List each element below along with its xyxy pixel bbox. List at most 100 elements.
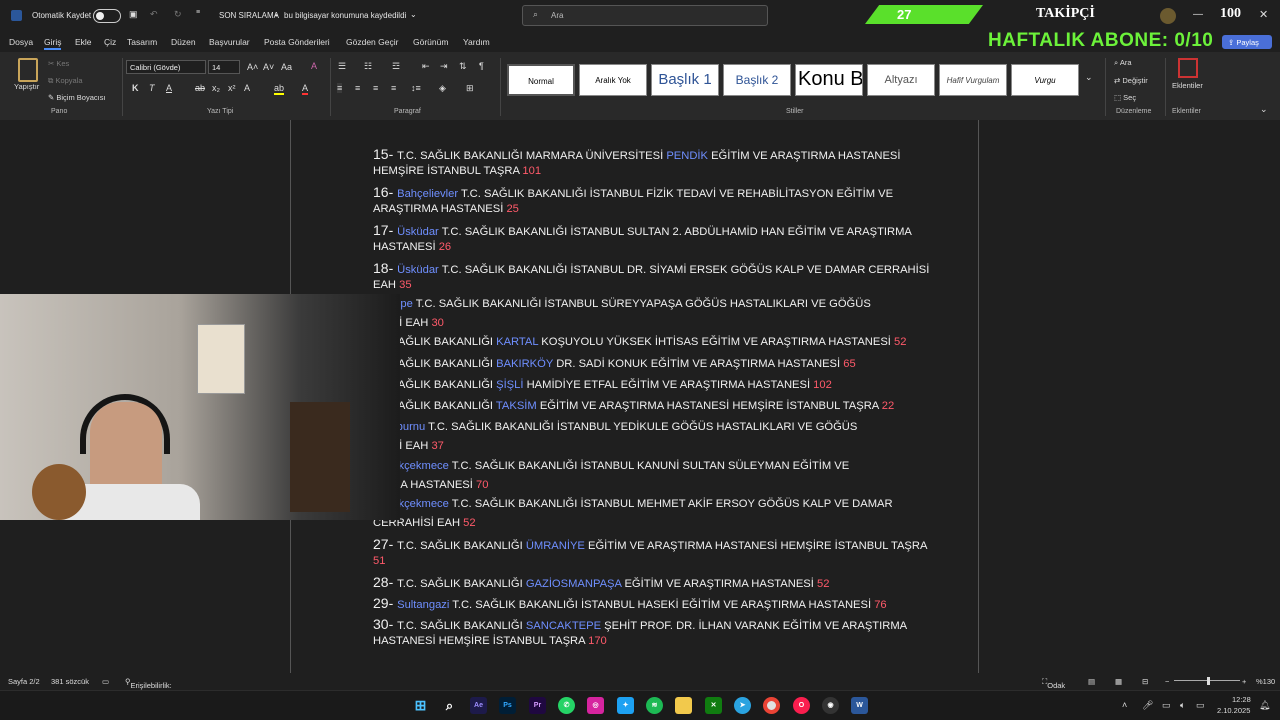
shading-icon[interactable]: ◈ xyxy=(439,83,446,94)
document-line[interactable]: .C. SAĞLIK BAKANLIĞI TAKSİM EĞİTİM VE AR… xyxy=(373,400,894,412)
spotify-icon[interactable]: ≋ xyxy=(646,697,663,714)
tab-view[interactable]: Görünüm xyxy=(413,37,448,47)
focus-button[interactable]: ⛶ Odak xyxy=(1042,677,1065,690)
accessibility-status[interactable]: ⚲ Erişilebilirlik: Her şey hazır xyxy=(125,677,172,708)
tab-review[interactable]: Gözden Geçir xyxy=(346,37,398,47)
document-line[interactable]: HEMŞİRE İSTANBUL TAŞRA 101 xyxy=(373,165,541,177)
customize-icon[interactable]: ≡ xyxy=(196,9,200,16)
close-icon[interactable]: ✕ xyxy=(1259,8,1268,21)
strikethrough-icon[interactable]: ab xyxy=(195,83,205,93)
cut-button[interactable]: ✂ Kes xyxy=(48,59,69,68)
notifications-icon[interactable]: 🔔︎ xyxy=(1259,700,1270,711)
zoom-out-icon[interactable]: − xyxy=(1165,677,1169,686)
document-line[interactable]: HASTANESİ HEMŞİRE İSTANBUL TAŞRA 170 xyxy=(373,635,607,647)
telegram-icon[interactable]: ➤ xyxy=(734,697,751,714)
align-right-icon[interactable]: ≡ xyxy=(373,83,378,93)
style-subtitle[interactable]: Altyazı xyxy=(867,64,935,96)
photoshop-icon[interactable]: Ps xyxy=(499,697,516,714)
document-line[interactable]: ARAŞTIRMA HASTANESİ 25 xyxy=(373,203,519,215)
document-line[interactable]: Maltepe T.C. SAĞLIK BAKANLIĞI İSTANBUL S… xyxy=(373,298,871,310)
battery-icon[interactable]: ▭ xyxy=(1196,700,1205,711)
tab-help[interactable]: Yardım xyxy=(463,37,490,47)
style-heading-2[interactable]: Başlık 2 xyxy=(723,64,791,96)
zoom-slider[interactable] xyxy=(1174,677,1240,685)
page-indicator[interactable]: Sayfa 2/2 xyxy=(8,677,40,686)
word-icon[interactable]: W xyxy=(851,697,868,714)
ribbon-collapse-icon[interactable]: ⌄ xyxy=(1260,104,1268,115)
tab-file[interactable]: Dosya xyxy=(9,37,33,47)
align-left-icon[interactable]: ≡ xyxy=(337,83,343,93)
volume-icon[interactable]: 🔈︎ xyxy=(1180,700,1185,711)
paste-icon[interactable] xyxy=(18,58,38,82)
tray-chevron-icon[interactable]: ˄ xyxy=(1122,700,1127,710)
style-heading-1[interactable]: Başlık 1 xyxy=(651,64,719,96)
multilevel-list-icon[interactable]: ☲ xyxy=(392,61,400,72)
document-line[interactable]: .C. SAĞLIK BAKANLIĞI ŞİŞLİ HAMİDİYE ETFA… xyxy=(373,379,832,391)
instagram-icon[interactable]: ◎ xyxy=(587,697,604,714)
style-no-spacing[interactable]: Aralık Yok xyxy=(579,64,647,96)
clear-format-icon[interactable]: A xyxy=(311,61,317,71)
undo-icon[interactable]: ↶ xyxy=(150,9,158,20)
document-line[interactable]: .C. SAĞLIK BAKANLIĞI BAKIRKÖY DR. SADİ K… xyxy=(373,358,856,370)
search-box[interactable]: ⌕ Ara xyxy=(522,5,768,26)
save-icon[interactable]: ▣ xyxy=(129,9,138,20)
tab-design[interactable]: Tasarım xyxy=(127,37,157,47)
doc-status[interactable]: bu bilgisayar konumuna kaydedildi xyxy=(284,11,406,20)
bold-icon[interactable]: K xyxy=(132,83,139,93)
autosave-toggle[interactable] xyxy=(93,9,121,23)
style-subtle-emphasis[interactable]: Hafif Vurgulam xyxy=(939,64,1007,96)
zoom-slider-thumb[interactable] xyxy=(1207,677,1210,685)
clock-date[interactable]: 2.10.2025 xyxy=(1217,706,1250,715)
zoom-in-icon[interactable]: + xyxy=(1242,677,1246,686)
document-line[interactable]: 27- T.C. SAĞLIK BAKANLIĞI ÜMRANİYE EĞİTİ… xyxy=(373,536,927,552)
superscript-icon[interactable]: x² xyxy=(228,83,236,93)
justify-icon[interactable]: ≡ xyxy=(391,83,396,93)
after-effects-icon[interactable]: Ae xyxy=(470,697,487,714)
document-line[interactable]: 30- T.C. SAĞLIK BAKANLIĞI SANCAKTEPE ŞEH… xyxy=(373,616,907,632)
increase-indent-icon[interactable]: ⇥ xyxy=(440,61,448,72)
paste-label[interactable]: Yapıştır xyxy=(14,82,39,91)
italic-icon[interactable]: T xyxy=(149,83,155,93)
sort-icon[interactable]: ⇅ xyxy=(459,61,467,72)
clock-time[interactable]: 12:28 xyxy=(1232,695,1251,704)
highlight-icon[interactable]: ab xyxy=(274,83,285,95)
microphone-icon[interactable]: 🎤︎ xyxy=(1142,700,1153,711)
display-icon[interactable]: ▭ xyxy=(1162,700,1171,711)
style-title[interactable]: Konu Başlığı xyxy=(795,64,863,96)
format-painter-button[interactable]: ✎ Biçim Boyacısı xyxy=(48,93,106,102)
zoom-level[interactable]: %130 xyxy=(1256,677,1275,686)
document-line[interactable]: 51 xyxy=(373,555,385,567)
document-line[interactable]: 17- Üsküdar T.C. SAĞLIK BAKANLIĞI İSTANB… xyxy=(373,222,912,238)
word-count[interactable]: 381 sözcük xyxy=(51,677,89,686)
show-marks-icon[interactable]: ¶ xyxy=(479,61,484,71)
replace-button[interactable]: ⇄ Değiştir xyxy=(1114,76,1148,85)
font-color-icon[interactable]: A xyxy=(302,83,309,95)
windows-start-icon[interactable]: ⊞ xyxy=(412,697,429,714)
copy-button[interactable]: ⧉ Kopyala xyxy=(48,76,83,86)
whatsapp-icon[interactable]: ✆ xyxy=(558,697,575,714)
document-line[interactable]: 16- Bahçelievler T.C. SAĞLIK BAKANLIĞI İ… xyxy=(373,184,893,200)
document-line[interactable]: 28- T.C. SAĞLIK BAKANLIĞI GAZİOSMANPAŞA … xyxy=(373,574,829,590)
document-line[interactable]: 15- T.C. SAĞLIK BAKANLIĞI MARMARA ÜNİVER… xyxy=(373,146,900,162)
taskbar-search-icon[interactable]: ⌕ xyxy=(441,697,458,714)
document-line[interactable]: 29- Sultangazi T.C. SAĞLIK BAKANLIĞI İST… xyxy=(373,595,887,611)
premiere-icon[interactable]: Pr xyxy=(529,697,546,714)
document-line[interactable]: .C. SAĞLIK BAKANLIĞI KARTAL KOŞUYOLU YÜK… xyxy=(373,336,906,348)
document-line[interactable]: HASTANESİ 26 xyxy=(373,241,451,253)
minimize-icon[interactable]: — xyxy=(1193,9,1203,20)
chevron-down-icon[interactable]: ⌄ xyxy=(410,10,417,19)
opera-gx-icon[interactable]: O xyxy=(793,697,810,714)
font-size-select[interactable]: 14 xyxy=(208,60,240,74)
decrease-indent-icon[interactable]: ⇤ xyxy=(422,61,430,72)
print-layout-icon[interactable]: ▦ xyxy=(1115,677,1122,686)
subscript-icon[interactable]: x₂ xyxy=(212,83,220,93)
document-line[interactable]: EAH 35 xyxy=(373,279,412,291)
select-button[interactable]: ⬚ Seç xyxy=(1114,93,1136,102)
line-spacing-icon[interactable]: ↕≡ xyxy=(411,83,421,93)
read-mode-icon[interactable]: ▤ xyxy=(1088,677,1095,686)
document-line[interactable]: eytinburnu T.C. SAĞLIK BAKANLIĞI İSTANBU… xyxy=(373,421,857,433)
shrink-font-icon[interactable]: A˅ xyxy=(263,62,274,72)
addins-icon[interactable] xyxy=(1178,58,1198,78)
document-line[interactable]: Küçükçekmece T.C. SAĞLIK BAKANLIĞI İSTAN… xyxy=(373,498,893,510)
underline-icon[interactable]: A xyxy=(166,83,172,93)
